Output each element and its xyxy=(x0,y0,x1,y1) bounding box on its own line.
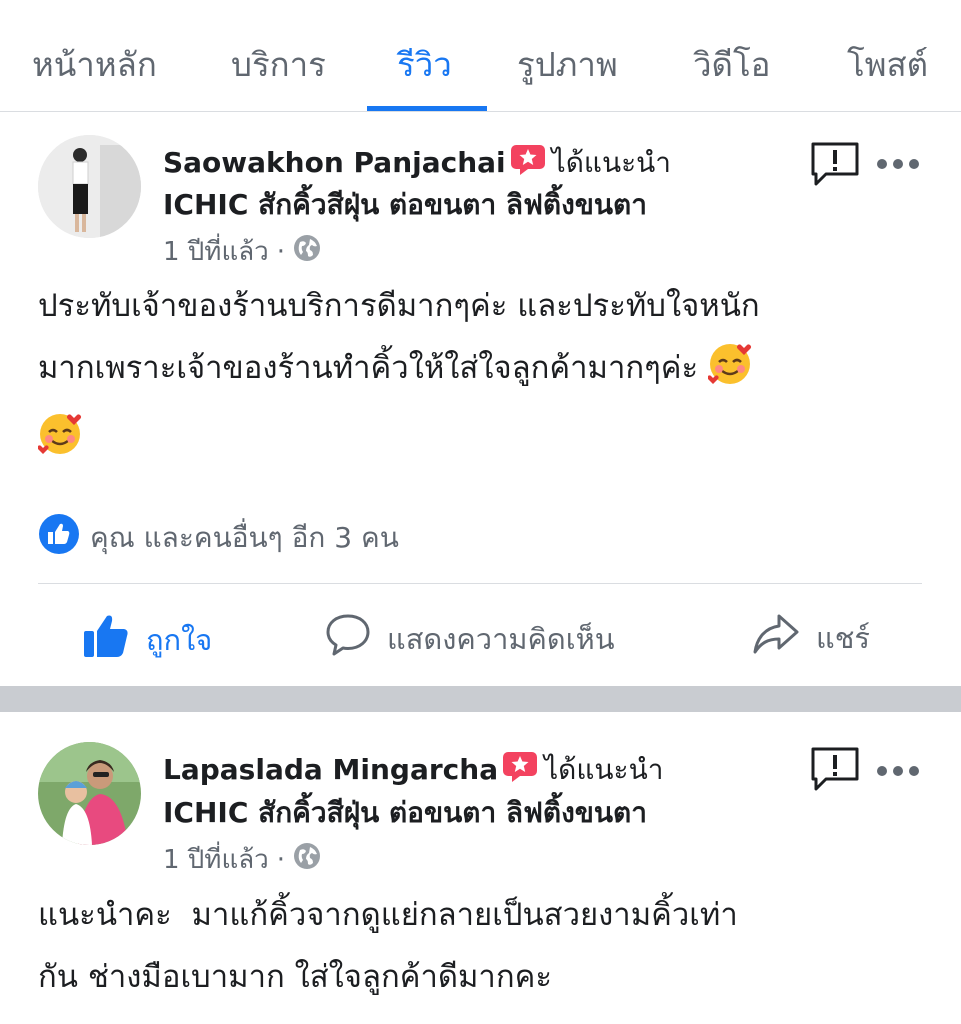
globe-icon xyxy=(293,234,321,269)
like-button[interactable]: ถูกใจ xyxy=(82,613,212,666)
post-time[interactable]: 1 ปีที่แล้ว xyxy=(163,231,269,272)
page-name[interactable]: ICHIC สักคิ้วสีฝุ่น ต่อขนตา ลิฟติ้งขนตา xyxy=(163,183,647,227)
globe-icon xyxy=(293,842,321,877)
comment-button[interactable]: แสดงความคิดเห็น xyxy=(325,613,615,664)
tab-posts[interactable]: โพสต์ xyxy=(847,38,928,91)
report-icon[interactable] xyxy=(810,746,860,796)
recommend-icon xyxy=(502,751,538,790)
reviewer-name[interactable]: Lapaslada Mingarcha xyxy=(163,753,498,786)
recommend-icon xyxy=(510,144,546,183)
reaction-summary[interactable]: คุณ และคนอื่นๆ อีก 3 คน xyxy=(38,513,399,562)
card-separator xyxy=(0,686,961,712)
smiling-face-with-hearts-icon xyxy=(707,342,752,407)
post-meta: 1 ปีที่แล้ว · xyxy=(163,839,321,880)
reviewer-line: Lapaslada Mingarcha ได้แนะนำ xyxy=(163,748,663,792)
tab-reviews[interactable]: รีวิว xyxy=(397,38,452,91)
thumbs-up-icon xyxy=(82,613,130,666)
report-icon[interactable] xyxy=(810,141,860,191)
review-card: Saowakhon Panjachai ได้แนะนำ ICHIC สักคิ้… xyxy=(0,113,961,686)
tab-services[interactable]: บริการ xyxy=(231,38,326,91)
avatar[interactable] xyxy=(38,742,141,845)
page-tab-bar: หน้าหลัก บริการ รีวิว รูปภาพ วิดีโอ โพสต… xyxy=(0,0,961,112)
review-text-line: กัน ช่างมือเบามาก ใส่ใจลูกค้าดีมากคะ xyxy=(38,959,552,995)
post-meta: 1 ปีที่แล้ว · xyxy=(163,231,321,272)
review-card: Lapaslada Mingarcha ได้แนะนำ ICHIC สักคิ้… xyxy=(0,712,961,1024)
smiling-face-with-hearts-icon xyxy=(37,412,82,477)
review-text-line: ประทับเจ้าของร้านบริการดีมากๆค่ะ และประท… xyxy=(38,288,760,324)
reviewer-line: Saowakhon Panjachai ได้แนะนำ xyxy=(163,141,671,185)
review-text: แนะนำคะ มาแก้คิ้วจากดูแย่กลายเป็นสวยงามค… xyxy=(38,884,918,1008)
review-text: ประทับเจ้าของร้านบริการดีมากๆค่ะ และประท… xyxy=(37,275,918,477)
share-button[interactable]: แชร์ xyxy=(752,613,870,662)
comment-icon xyxy=(325,613,371,664)
reaction-text: คุณ และคนอื่นๆ อีก 3 คน xyxy=(90,520,399,554)
recommend-text: ได้แนะนำ xyxy=(551,146,672,179)
avatar[interactable] xyxy=(38,135,141,238)
comment-label: แสดงความคิดเห็น xyxy=(387,621,615,656)
recommend-text: ได้แนะนำ xyxy=(544,753,664,786)
more-options-icon[interactable] xyxy=(876,762,920,781)
review-text-line: มากเพราะเจ้าของร้านทำคิ้วให้ใส่ใจลูกค้าม… xyxy=(38,350,699,386)
post-time[interactable]: 1 ปีที่แล้ว xyxy=(163,839,269,880)
page-name[interactable]: ICHIC สักคิ้วสีฝุ่น ต่อขนตา ลิฟติ้งขนตา xyxy=(163,791,647,835)
reviewer-name[interactable]: Saowakhon Panjachai xyxy=(163,146,506,179)
share-label: แชร์ xyxy=(816,620,870,655)
review-text-line: แนะนำคะ มาแก้คิ้วจากดูแย่กลายเป็นสวยงามค… xyxy=(38,897,738,933)
like-reaction-icon xyxy=(38,513,80,562)
divider xyxy=(38,583,922,584)
like-label: ถูกใจ xyxy=(146,622,213,657)
more-options-icon[interactable] xyxy=(876,155,920,174)
active-tab-indicator xyxy=(367,106,487,111)
share-icon xyxy=(752,613,800,662)
tab-home[interactable]: หน้าหลัก xyxy=(32,38,157,91)
tab-videos[interactable]: วิดีโอ xyxy=(693,38,771,91)
tab-photos[interactable]: รูปภาพ xyxy=(517,38,618,91)
